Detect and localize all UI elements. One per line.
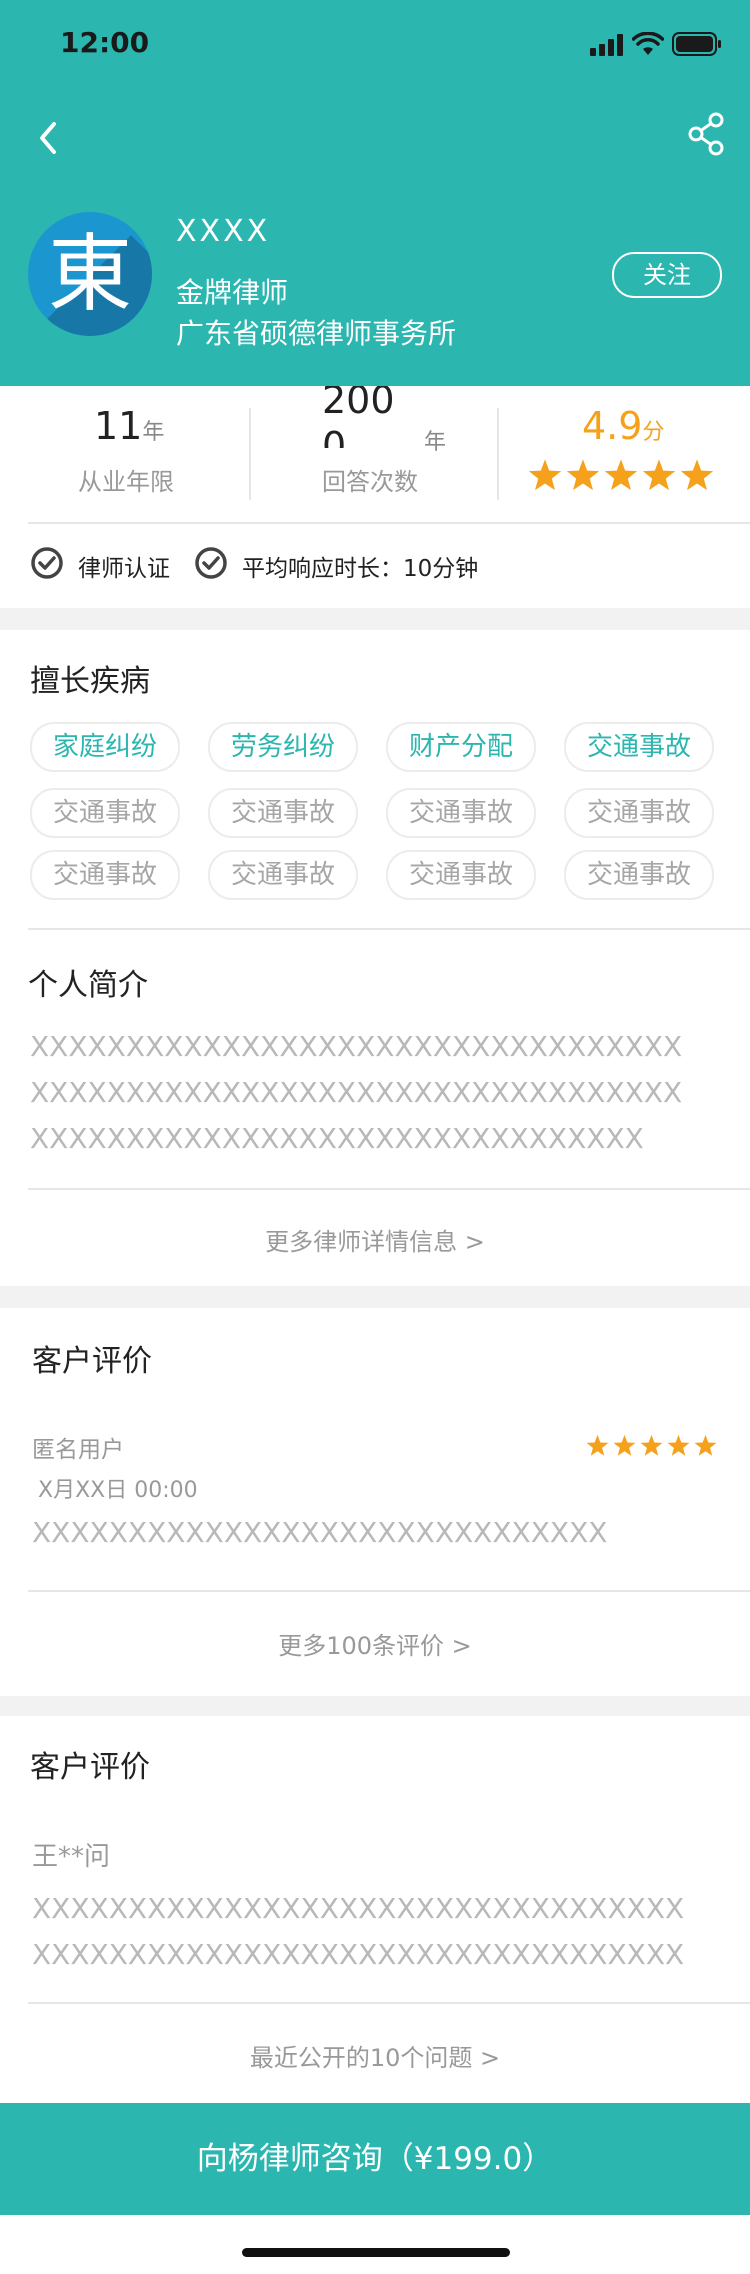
specialty-tag[interactable]: 交通事故 [208, 788, 358, 838]
specialty-tag[interactable]: 财产分配 [386, 722, 536, 772]
divider [28, 522, 750, 524]
qa-line: XXXXXXXXXXXXXXXXXXXXXXXXXXXXXXXXXX [32, 1892, 685, 1925]
specialty-tag[interactable]: 家庭纠纷 [30, 722, 180, 772]
avatar-char: 東 [47, 225, 132, 323]
star-icon [667, 1434, 690, 1456]
recent-questions-link[interactable]: 最近公开的10个问题 > [0, 2038, 750, 2073]
divider [28, 2002, 750, 2004]
signal-icon [590, 34, 623, 56]
section-gap [0, 1696, 750, 1716]
divider [28, 1188, 750, 1190]
stat-rating: 4.9分 [582, 404, 664, 448]
specialty-tag[interactable]: 交通事故 [564, 788, 714, 838]
stat-rating-unit: 分 [642, 420, 665, 445]
divider [249, 408, 251, 500]
lawyer-name: XXXX [176, 214, 271, 249]
intro-line: XXXXXXXXXXXXXXXXXXXXXXXXXXXXXXXX [30, 1122, 644, 1155]
specialties-title: 擅长疾病 [30, 664, 150, 699]
review-text: XXXXXXXXXXXXXXXXXXXXXXXXXXXXXX [32, 1516, 608, 1549]
section-gap [0, 1286, 750, 1308]
battery-icon [672, 32, 721, 56]
star-icon [613, 1434, 636, 1456]
stat-years-unit: 年 [142, 420, 165, 445]
specialty-tag[interactable]: 交通事故 [208, 850, 358, 900]
cert-response: 平均响应时长：10分钟 [242, 556, 479, 582]
star-icon [642, 459, 676, 491]
specialty-tag[interactable]: 交通事故 [386, 850, 536, 900]
back-arrow-icon[interactable] [32, 118, 66, 158]
follow-button[interactable]: 关注 [612, 252, 722, 298]
star-icon [586, 1434, 609, 1456]
star-icon [640, 1434, 663, 1456]
stat-answers-line1: 200 [322, 386, 395, 422]
qa-user: 王**问 [32, 1842, 111, 1872]
cert-lawyer: 律师认证 [78, 556, 170, 582]
stat-answers-label: 回答次数 [322, 468, 418, 496]
specialty-tag[interactable]: 交通事故 [564, 850, 714, 900]
stat-answers-unit: 年 [424, 430, 447, 455]
intro-line: XXXXXXXXXXXXXXXXXXXXXXXXXXXXXXXXXX [30, 1030, 683, 1063]
intro-title: 个人简介 [28, 968, 148, 1003]
specialty-tag[interactable]: 交通事故 [30, 788, 180, 838]
check-circle-icon [195, 547, 227, 579]
home-indicator [242, 2248, 510, 2257]
wifi-icon [632, 32, 664, 55]
status-time: 12:00 [60, 26, 150, 59]
qa-title: 客户评价 [30, 1750, 150, 1785]
divider [28, 1590, 750, 1592]
stat-years-value: 11 [94, 404, 143, 448]
review-user: 匿名用户 [32, 1437, 124, 1463]
divider [28, 928, 750, 930]
specialty-tag[interactable]: 交通事故 [564, 722, 714, 772]
star-icon [566, 459, 600, 491]
specialty-tag[interactable]: 劳务纠纷 [208, 722, 358, 772]
rating-stars [528, 458, 718, 494]
qa-line: XXXXXXXXXXXXXXXXXXXXXXXXXXXXXXXXXX [32, 1938, 685, 1971]
stat-rating-value: 4.9 [582, 404, 643, 448]
lawyer-firm: 广东省硕德律师事务所 [176, 317, 457, 350]
star-icon [604, 459, 638, 491]
check-circle-icon [31, 547, 63, 579]
intro-line: XXXXXXXXXXXXXXXXXXXXXXXXXXXXXXXXXX [30, 1076, 683, 1109]
star-icon [680, 459, 714, 491]
share-icon[interactable] [686, 112, 726, 156]
more-reviews-link[interactable]: 更多100条评价 > [0, 1626, 750, 1661]
review-stars [586, 1434, 720, 1458]
lawyer-title: 金牌律师 [176, 276, 289, 309]
specialty-tag[interactable]: 交通事故 [30, 850, 180, 900]
specialty-tag[interactable]: 交通事故 [386, 788, 536, 838]
stat-years: 11年 [94, 404, 164, 448]
consult-button[interactable]: 向杨律师咨询（¥199.0） [0, 2103, 750, 2215]
star-icon [528, 459, 562, 491]
divider [497, 408, 499, 500]
specialty-tags: 家庭纠纷 劳务纠纷 财产分配 交通事故 交通事故 交通事故 交通事故 交通事故 交通事故 交通事故… [0, 722, 750, 902]
more-details-link[interactable]: 更多律师详情信息 > [0, 1222, 750, 1257]
stat-answers-value: 200 0 [322, 386, 432, 448]
star-icon [694, 1434, 717, 1456]
avatar: 東 [28, 212, 152, 336]
section-gap [0, 608, 750, 630]
stat-answers-line2: 0 [322, 424, 347, 448]
stars-svg [528, 459, 714, 491]
review-date: X月XX日 00:00 [38, 1478, 198, 1503]
reviews-title: 客户评价 [32, 1344, 152, 1379]
stars-svg [586, 1434, 717, 1456]
stat-years-label: 从业年限 [78, 468, 174, 496]
